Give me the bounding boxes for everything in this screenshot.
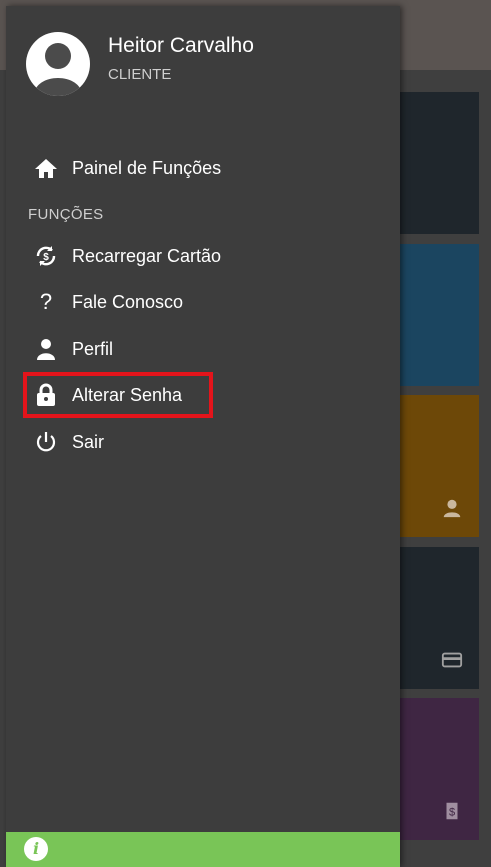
tile-profile[interactable]: [400, 395, 479, 537]
user-icon: [443, 499, 461, 518]
svg-text:$: $: [449, 807, 455, 819]
power-icon: [32, 430, 60, 454]
nav-item-profile[interactable]: Perfil: [32, 333, 113, 365]
tile-1[interactable]: [400, 92, 479, 234]
navigation-drawer: Heitor Carvalho CLIENTE Painel de Funçõe…: [6, 6, 400, 867]
nav-item-change-password[interactable]: Alterar Senha: [32, 379, 182, 411]
footer-bar: i: [6, 832, 400, 867]
recharge-icon: $: [32, 244, 60, 268]
user-name: Heitor Carvalho: [108, 34, 254, 57]
tile-recharge[interactable]: $: [400, 698, 479, 840]
svg-text:$: $: [43, 252, 49, 263]
home-icon: [32, 156, 60, 180]
user-role: CLIENTE: [108, 66, 172, 83]
tile-2[interactable]: [400, 244, 479, 386]
nav-dashboard-label: Painel de Funções: [72, 157, 222, 178]
nav-item-label: Recarregar Cartão: [72, 245, 222, 266]
avatar[interactable]: [26, 32, 90, 96]
nav-dashboard[interactable]: Painel de Funções: [32, 152, 221, 184]
user-avatar-icon: [34, 43, 82, 96]
nav-item-logout[interactable]: Sair: [32, 426, 104, 458]
nav-item-label: Fale Conosco: [72, 291, 184, 312]
info-icon[interactable]: i: [24, 837, 48, 861]
nav-item-label: Sair: [72, 431, 105, 452]
user-icon: [32, 337, 60, 361]
nav-item-contact[interactable]: ? Fale Conosco: [32, 286, 183, 318]
tile-card[interactable]: [400, 547, 479, 689]
lock-icon: [32, 383, 60, 407]
nav-item-recharge-card[interactable]: $ Recarregar Cartão: [32, 240, 221, 272]
nav-item-label: Alterar Senha: [72, 384, 183, 405]
question-icon: ?: [39, 289, 53, 314]
card-icon: [441, 652, 463, 668]
section-title: FUNÇÕES: [28, 206, 104, 223]
nav-item-label: Perfil: [72, 338, 114, 359]
recharge-icon: $: [446, 802, 458, 820]
